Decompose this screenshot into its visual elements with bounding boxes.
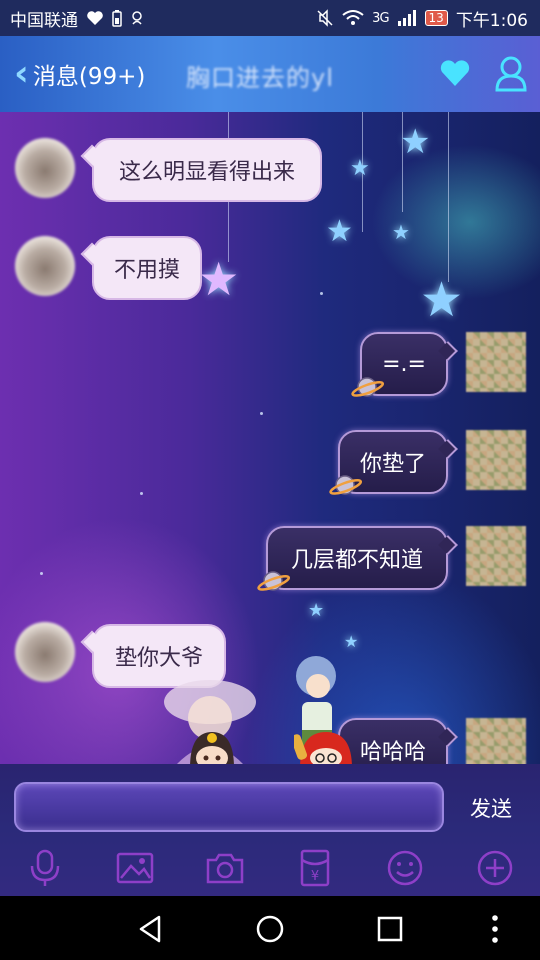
back-triangle-icon[interactable] <box>133 912 167 946</box>
carrier-label: 中国联通 <box>10 10 78 31</box>
camera-icon[interactable] <box>205 848 245 888</box>
signal-icon <box>397 10 416 26</box>
status-bar: 中国联通 3G 13 下午1:06 <box>0 0 540 36</box>
incoming-message-bubble[interactable]: 这么明显看得出来 <box>92 138 322 202</box>
app-notification-icon <box>132 11 142 25</box>
my-avatar[interactable] <box>466 430 526 490</box>
message-text: 几层都不知道 <box>290 548 423 573</box>
toolbar: ¥ <box>0 844 540 890</box>
my-avatar[interactable] <box>466 718 526 764</box>
plus-icon[interactable] <box>475 848 515 888</box>
contact-avatar[interactable] <box>15 138 75 198</box>
chat-header: ‹ 消息(99+) 胸口进去的yl <box>0 36 540 112</box>
contact-avatar[interactable] <box>15 622 75 682</box>
chevron-left-icon: ‹ <box>14 53 29 94</box>
recents-square-icon[interactable] <box>373 912 407 946</box>
chibi-sticker-icon <box>294 732 352 764</box>
chibi-sticker-icon <box>190 732 234 764</box>
incoming-message-bubble[interactable]: 不用摸 <box>92 236 202 300</box>
star-decoration: ★ <box>308 600 325 621</box>
heart-health-icon <box>87 11 103 25</box>
battery-level: 13 <box>424 10 448 26</box>
heart-icon[interactable] <box>438 56 472 90</box>
send-button[interactable]: 发送 <box>458 788 524 828</box>
mute-icon <box>317 9 333 27</box>
star-decoration: ★ <box>350 156 370 181</box>
back-button[interactable]: ‹ 消息(99+) <box>14 44 145 104</box>
back-label: 消息(99+) <box>32 64 146 90</box>
red-packet-icon[interactable]: ¥ <box>295 848 335 888</box>
my-avatar[interactable] <box>466 332 526 392</box>
planet-icon <box>257 571 290 591</box>
chat-title: 胸口进去的yl <box>186 64 334 92</box>
status-right: 3G 13 下午1:06 <box>316 6 528 31</box>
message-text: 不用摸 <box>114 258 181 283</box>
clock: 下午1:06 <box>455 10 528 31</box>
message-input[interactable] <box>14 782 444 832</box>
network-type-label: 3G <box>372 10 389 26</box>
my-avatar[interactable] <box>466 526 526 586</box>
more-vertical-icon[interactable] <box>478 912 512 946</box>
input-bar: 发送 ¥ <box>0 764 540 896</box>
planet-icon <box>351 377 384 397</box>
chat-area[interactable]: ★ ★ ★ ★ ★ ★ ★ ★ 这么明显看得出来 不用摸 =.= 你垫了 几层都… <box>0 112 540 764</box>
wifi-icon <box>342 10 364 25</box>
hanging-string <box>448 112 449 282</box>
status-left: 中国联通 <box>10 6 144 31</box>
yuan-glyph: ¥ <box>311 869 319 884</box>
message-text: 哈哈哈 <box>360 740 427 764</box>
star-decoration: ★ <box>392 220 410 244</box>
home-circle-icon[interactable] <box>253 912 287 946</box>
system-navigation-bar <box>0 896 540 960</box>
message-text: 这么明显看得出来 <box>118 160 295 185</box>
emoji-icon[interactable] <box>385 848 425 888</box>
outgoing-message-bubble[interactable]: 几层都不知道 <box>266 526 448 590</box>
planet-icon <box>329 475 362 495</box>
star-decoration: ★ <box>420 272 464 328</box>
image-icon[interactable] <box>115 848 155 888</box>
battery-saver-icon <box>112 10 122 27</box>
profile-icon[interactable] <box>494 54 528 92</box>
star-decoration: ★ <box>400 122 431 162</box>
star-decoration: ★ <box>198 252 240 306</box>
star-decoration: ★ <box>344 632 359 651</box>
message-text: 你垫了 <box>360 452 427 477</box>
message-text: =.= <box>382 351 426 377</box>
microphone-icon[interactable] <box>25 848 65 888</box>
star-decoration: ★ <box>326 214 353 249</box>
contact-avatar[interactable] <box>15 236 75 296</box>
